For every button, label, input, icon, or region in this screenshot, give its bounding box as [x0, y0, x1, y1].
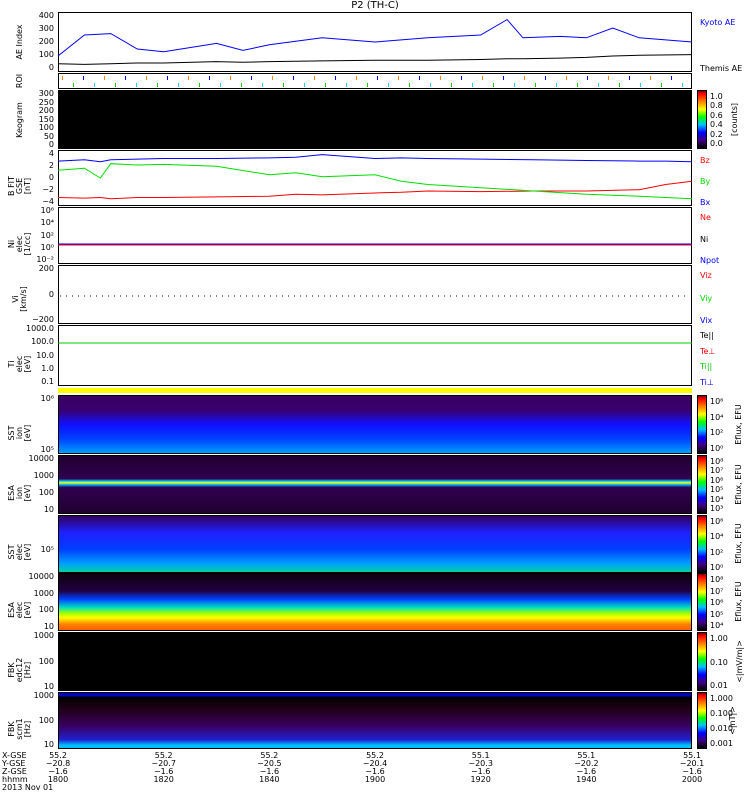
bx-line	[57, 154, 693, 163]
bz-line	[57, 180, 693, 200]
line-plots	[57, 18, 693, 344]
themis-ae-line	[57, 54, 693, 65]
kyoto-ae-line	[57, 18, 693, 57]
by-line	[57, 163, 693, 200]
